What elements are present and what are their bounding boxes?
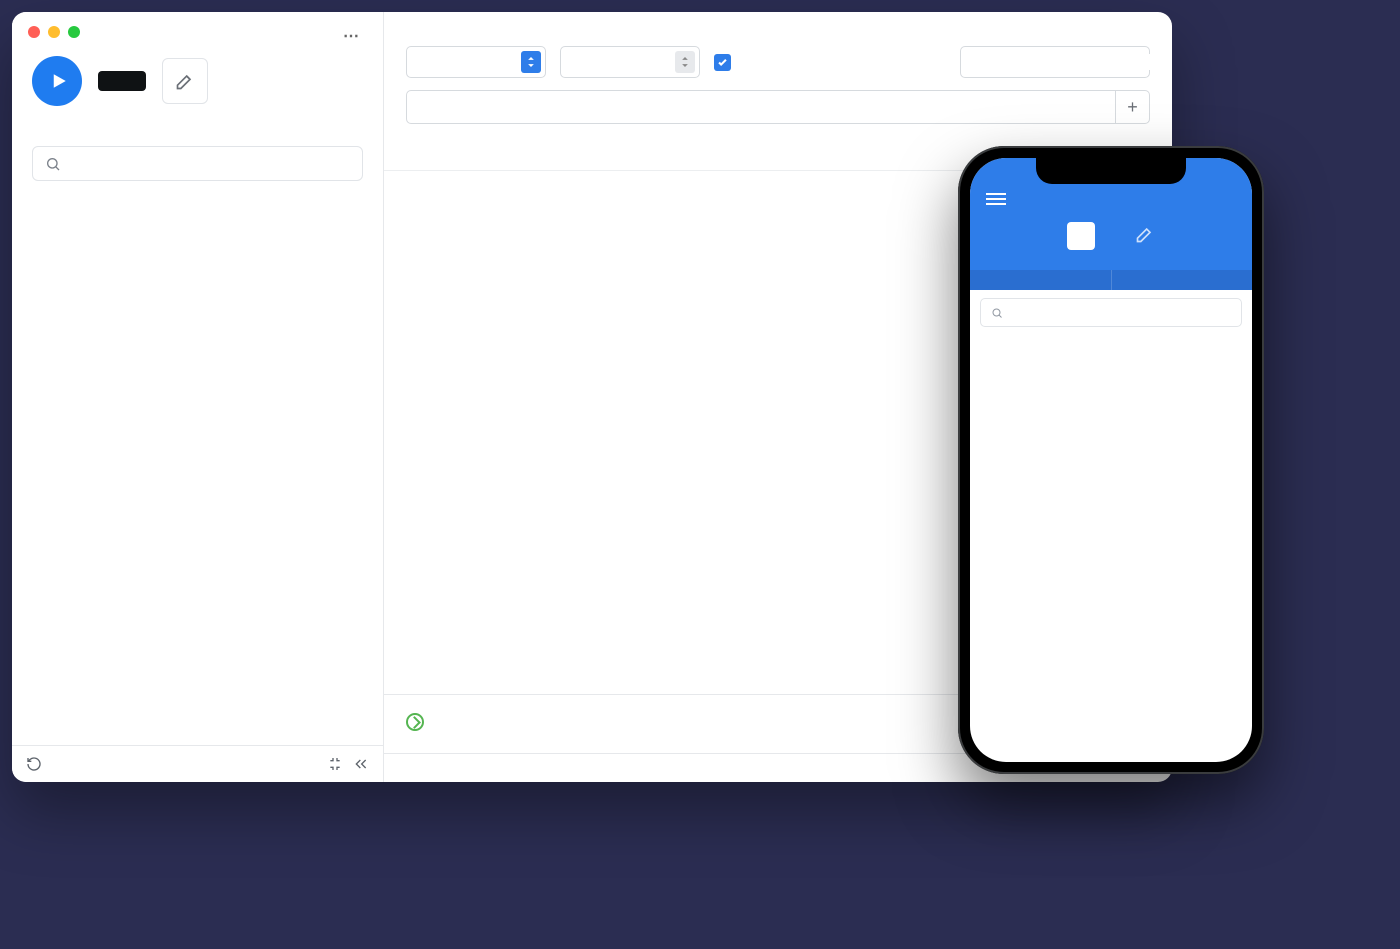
search-icon [45,156,61,172]
filter-secondary-select[interactable] [560,46,700,78]
refresh-icon[interactable] [26,756,42,772]
window-controls: ⋯ [12,12,383,40]
search-tasks-field[interactable] [977,54,1158,70]
sidebar: ⋯ [12,12,384,782]
stop-button[interactable] [1067,222,1095,250]
checked-icon [714,54,731,71]
play-button[interactable] [32,56,82,106]
search-projects-field[interactable] [69,155,350,172]
task-filters [384,40,1172,84]
create-task-button[interactable]: + [1116,90,1150,124]
create-task-row: + [384,84,1172,134]
edit-timer-button[interactable] [162,58,208,104]
project-list [12,191,383,745]
minimize-icon[interactable] [327,756,343,772]
minimize-window-icon[interactable] [48,26,60,38]
recycle-icon [406,713,424,731]
filter-all-select[interactable] [406,46,546,78]
zoom-window-icon[interactable] [68,26,80,38]
search-projects-input[interactable] [32,146,363,181]
collapse-icon[interactable] [353,756,369,772]
play-icon [50,72,68,90]
timer-controls [12,40,383,114]
search-icon [991,307,1003,319]
close-window-icon[interactable] [28,26,40,38]
phone-screen [970,158,1252,762]
show-completed-checkbox[interactable] [714,54,739,71]
timer-display [98,71,146,91]
phone-device [958,146,1264,774]
menu-button[interactable] [986,190,1006,208]
create-task-input[interactable] [406,90,1116,124]
phone-today [1112,270,1253,290]
chevron-updown-icon [521,51,541,73]
phone-edit-button[interactable] [1135,224,1155,249]
status-bar [12,745,383,782]
pencil-icon [175,71,195,91]
phone-notch [1036,158,1186,184]
chevron-updown-icon [675,51,695,73]
more-menu-button[interactable]: ⋯ [343,26,367,40]
create-task-field[interactable] [419,99,1103,115]
phone-budget [970,270,1112,290]
current-project [12,114,383,136]
phone-search-field[interactable] [1009,305,1231,320]
phone-search-input[interactable] [980,298,1242,327]
search-tasks-input[interactable] [960,46,1150,78]
pencil-icon [1135,224,1155,244]
tasks-header [384,12,1172,40]
phone-stats [970,270,1252,290]
